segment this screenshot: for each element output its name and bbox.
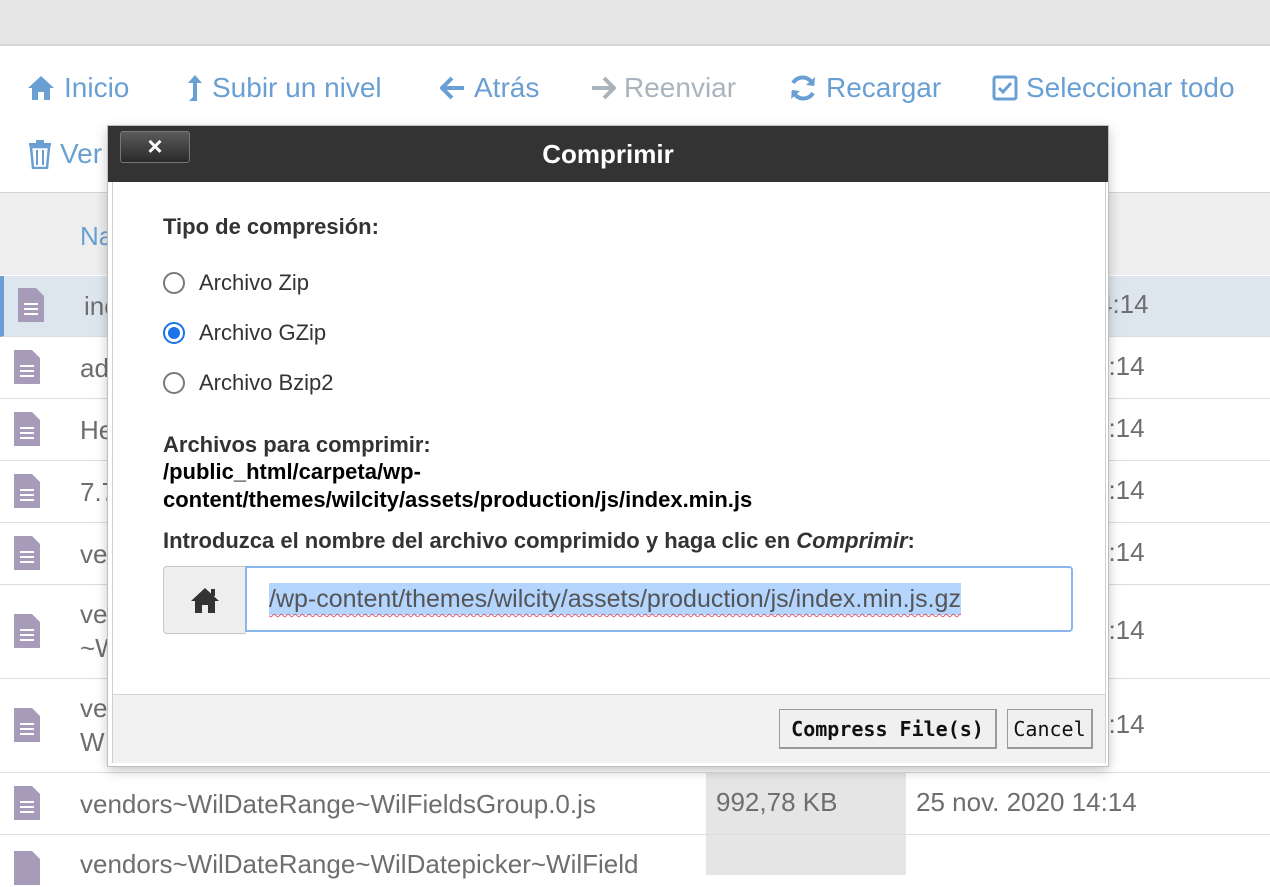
file-icon: [14, 851, 40, 885]
archive-name-input-group: /wp-content/themes/wilcity/assets/produc…: [163, 566, 1075, 634]
radio-zip[interactable]: Archivo Zip: [163, 270, 309, 296]
close-button[interactable]: ×: [120, 131, 190, 163]
file-size-cell: 992,78 KB: [706, 773, 906, 834]
file-size-cell: [706, 835, 906, 875]
select-all-button[interactable]: Seleccionar todo: [992, 72, 1235, 104]
radio-gzip[interactable]: Archivo GZip: [163, 320, 326, 346]
up-one-level-label: Subir un nivel: [212, 72, 382, 103]
arrow-right-icon: [592, 76, 616, 100]
file-icon: [14, 474, 40, 508]
view-button[interactable]: Ver: [28, 138, 102, 170]
forward-button[interactable]: Reenviar: [590, 72, 736, 104]
file-name: vendors~WilDateRange~WilDatepicker~WilFi…: [80, 849, 639, 879]
checkbox-icon: [992, 75, 1018, 101]
instruction-prefix: Introduzca el nombre del archivo comprim…: [163, 528, 797, 553]
compress-dialog: Comprimir × Tipo de compresión: Archivo …: [108, 126, 1108, 766]
file-path-line1: /public_html/carpeta/wp-: [163, 459, 421, 484]
radio-button[interactable]: [163, 372, 185, 394]
file-path: /public_html/carpeta/wp- content/themes/…: [163, 458, 863, 514]
view-label: Ver: [60, 138, 103, 169]
reload-button[interactable]: Recargar: [788, 72, 941, 104]
file-name: ve: [80, 599, 108, 629]
home-label: Inicio: [64, 72, 130, 103]
instruction-emphasis: Comprimir: [796, 528, 908, 553]
file-size: 992,78 KB: [716, 787, 838, 817]
refresh-icon: [791, 75, 815, 101]
cancel-button[interactable]: Cancel: [1007, 709, 1093, 749]
file-name-line2: W: [80, 727, 105, 757]
compression-type-label: Tipo de compresión:: [163, 214, 379, 239]
home-button[interactable]: Inicio: [26, 72, 129, 104]
file-name: ad: [80, 353, 109, 383]
file-name: vendors~WilDateRange~WilFieldsGroup.0.js: [80, 789, 596, 819]
browser-top-bar: [0, 0, 1270, 46]
forward-label: Reenviar: [624, 72, 737, 103]
radio-gzip-label: Archivo GZip: [199, 320, 327, 345]
file-icon: [14, 536, 40, 570]
compress-files-button[interactable]: Compress File(s): [779, 709, 997, 749]
select-all-label: Seleccionar todo: [1026, 72, 1235, 103]
file-date: 25 nov. 2020 14:14: [916, 787, 1137, 817]
arrow-left-icon: [440, 76, 464, 100]
home-addon: [163, 566, 246, 634]
home-icon: [28, 76, 54, 100]
trash-icon: [29, 140, 51, 169]
up-one-level-button[interactable]: Subir un nivel: [186, 72, 382, 104]
files-to-compress-label: Archivos para comprimir:: [163, 432, 431, 457]
file-name: ve: [80, 693, 108, 723]
instruction-suffix: :: [907, 528, 915, 553]
dialog-header: Comprimir ×: [108, 126, 1108, 182]
file-name: ve: [80, 539, 108, 569]
archive-name-input[interactable]: /wp-content/themes/wilcity/assets/produc…: [245, 566, 1073, 632]
table-row[interactable]: vendors~WilDateRange~WilFieldsGroup.0.js…: [0, 773, 1270, 835]
file-icon: [14, 412, 40, 446]
archive-name-instruction: Introduzca el nombre del archivo comprim…: [163, 528, 915, 554]
archive-name-value: /wp-content/themes/wilcity/assets/produc…: [269, 583, 961, 615]
dialog-body: Tipo de compresión: Archivo Zip Archivo …: [112, 182, 1106, 694]
level-up-icon: [188, 75, 202, 101]
table-row[interactable]: vendors~WilDateRange~WilDatepicker~WilFi…: [0, 835, 1270, 885]
home-icon: [191, 588, 219, 613]
file-icon: [18, 288, 44, 322]
file-path-line2: content/themes/wilcity/assets/production…: [163, 487, 753, 512]
file-icon: [14, 350, 40, 384]
back-label: Atrás: [474, 72, 540, 103]
file-icon: [14, 614, 40, 648]
radio-bzip2[interactable]: Archivo Bzip2: [163, 370, 334, 396]
file-icon: [14, 786, 40, 820]
radio-button[interactable]: [163, 272, 185, 294]
radio-button-checked[interactable]: [163, 322, 185, 344]
radio-bzip2-label: Archivo Bzip2: [199, 370, 334, 395]
dialog-footer: Compress File(s) Cancel: [112, 694, 1106, 763]
reload-label: Recargar: [826, 72, 942, 103]
dialog-title: Comprimir: [542, 139, 674, 169]
file-icon: [14, 708, 40, 742]
radio-zip-label: Archivo Zip: [199, 270, 310, 295]
back-button[interactable]: Atrás: [440, 72, 539, 104]
